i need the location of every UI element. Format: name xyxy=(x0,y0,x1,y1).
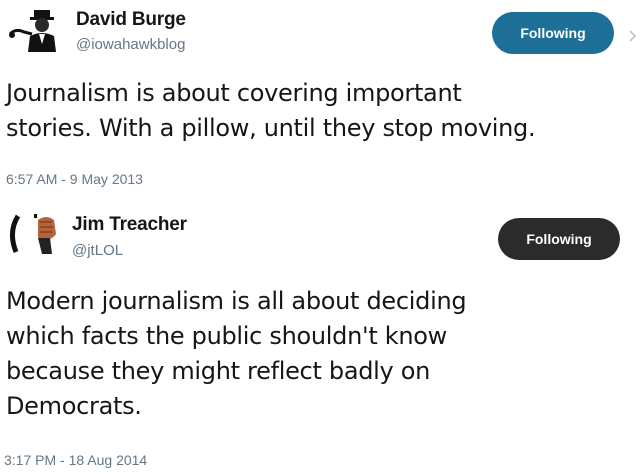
following-button[interactable]: Following xyxy=(492,12,614,54)
tweet-card: Jim Treacher @jtLOL Following Modern jou… xyxy=(0,198,640,474)
tweet-text-line: stories. With a pillow, until they stop … xyxy=(6,114,536,142)
avatar[interactable] xyxy=(8,210,64,254)
tweet-text: Journalism is about covering important s… xyxy=(6,76,536,146)
tweet-text-line: Modern journalism is all about deciding xyxy=(6,287,467,315)
display-name[interactable]: Jim Treacher xyxy=(72,214,187,236)
user-handle[interactable]: @iowahawkblog xyxy=(76,36,185,53)
user-handle[interactable]: @jtLOL xyxy=(72,242,123,259)
person-silhouette-avatar-icon xyxy=(6,8,62,52)
tweet-text-line: Journalism is about covering important xyxy=(6,79,462,107)
avatar[interactable] xyxy=(6,8,62,52)
display-name[interactable]: David Burge xyxy=(76,9,186,31)
tweet-text-line: which facts the public shouldn't know xyxy=(6,322,447,350)
tweet-text-line: Democrats. xyxy=(6,392,142,420)
tweet-text-line: because they might reflect badly on xyxy=(6,357,431,385)
tweet-card: David Burge @iowahawkblog Following Jour… xyxy=(0,0,640,196)
tweet-timestamp[interactable]: 6:57 AM - 9 May 2013 xyxy=(6,171,143,187)
chevron-down-icon[interactable] xyxy=(626,22,640,48)
tweet-timestamp[interactable]: 3:17 PM - 18 Aug 2014 xyxy=(4,452,147,468)
tweet-text: Modern journalism is all about deciding … xyxy=(6,284,467,424)
raised-fist-avatar-icon xyxy=(8,210,64,254)
following-button[interactable]: Following xyxy=(498,218,620,260)
